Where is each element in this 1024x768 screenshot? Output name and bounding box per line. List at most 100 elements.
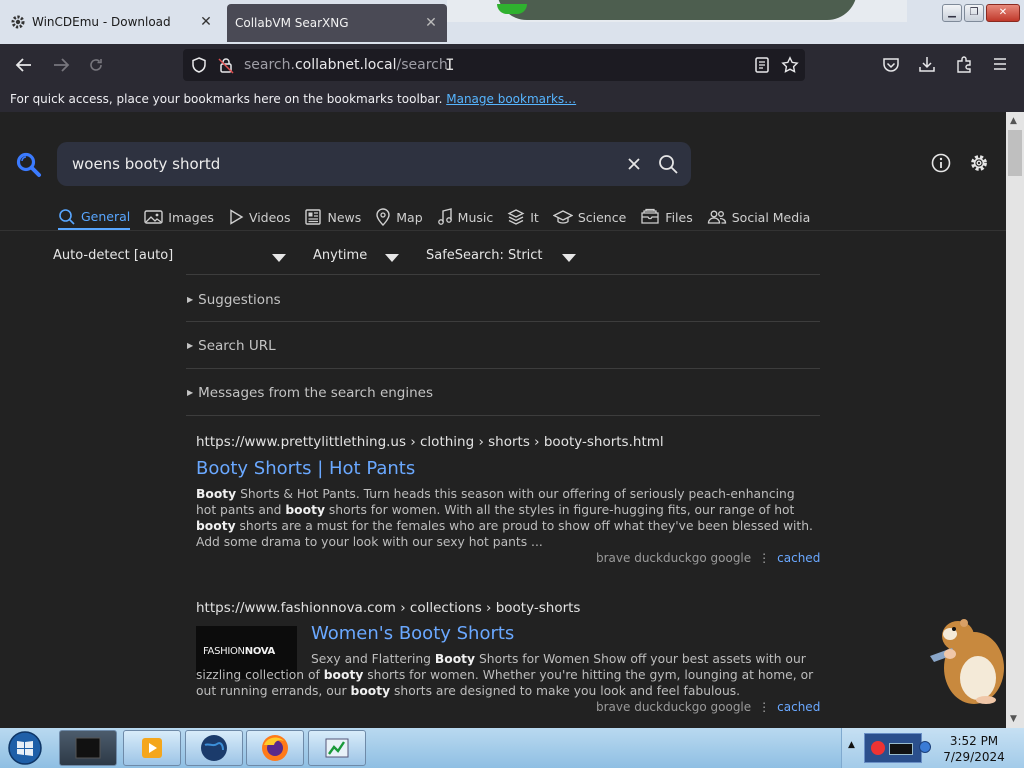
divider bbox=[186, 415, 820, 416]
tab-searxng[interactable]: CollabVM SearXNG ✕ bbox=[227, 4, 447, 42]
gear-icon bbox=[11, 15, 25, 29]
bookmarks-hint: For quick access, place your bookmarks h… bbox=[10, 92, 577, 106]
result-title-link[interactable]: Women's Booty Shorts bbox=[311, 623, 514, 644]
result-engines: brave duckduckgo google ⋮ cached bbox=[596, 551, 821, 565]
reload-button[interactable] bbox=[84, 54, 108, 76]
tab-general[interactable]: General bbox=[58, 208, 131, 230]
suggestions-toggle[interactable]: ▶ Suggestions bbox=[187, 292, 281, 308]
result-url[interactable]: https://www.fashionnova.com › collection… bbox=[196, 600, 580, 616]
searxng-logo-icon[interactable] bbox=[16, 152, 42, 178]
shield-icon[interactable] bbox=[190, 56, 208, 74]
extensions-icon[interactable] bbox=[955, 55, 973, 73]
files-icon bbox=[641, 208, 659, 224]
pocket-icon[interactable] bbox=[882, 56, 900, 74]
tab-wincdemu[interactable]: WinCDEmu - Download ✕ bbox=[0, 2, 222, 42]
navigation-toolbar: search.collabnet.local/search I bbox=[0, 44, 1024, 86]
taskbar-clock[interactable]: 3:52 PM 7/29/2024 bbox=[928, 733, 1020, 765]
tab-images[interactable]: Images bbox=[144, 204, 214, 230]
close-tab-icon[interactable]: ✕ bbox=[198, 14, 214, 30]
manage-bookmarks-link[interactable]: Manage bookmarks… bbox=[446, 92, 576, 106]
chevron-down-icon[interactable] bbox=[562, 254, 576, 262]
taskbar-media-player-button[interactable] bbox=[123, 730, 181, 766]
minimize-button[interactable]: ▁ bbox=[942, 4, 962, 22]
scroll-down-icon[interactable]: ▼ bbox=[1010, 714, 1017, 724]
taskbar-globe-button[interactable] bbox=[185, 730, 243, 766]
taskbar-app-button[interactable] bbox=[308, 730, 366, 766]
tab-files[interactable]: Files bbox=[640, 204, 693, 230]
address-bar[interactable]: search.collabnet.local/search I bbox=[183, 49, 805, 81]
info-icon[interactable] bbox=[930, 152, 952, 174]
maximize-button[interactable]: ❐ bbox=[964, 4, 984, 22]
back-arrow-icon bbox=[15, 58, 31, 72]
category-tabs: General Images Videos News Map Music It … bbox=[58, 204, 824, 230]
result-snippet: Sexy and Flattering Booty Shorts for Wom… bbox=[196, 652, 814, 698]
terminal-icon bbox=[75, 737, 101, 759]
hamburger-menu-icon[interactable] bbox=[991, 56, 1009, 72]
page-scrollbar[interactable]: ▲ ▼ bbox=[1006, 112, 1024, 728]
downloads-icon[interactable] bbox=[918, 55, 936, 73]
search-icon bbox=[59, 208, 75, 225]
settings-gear-icon[interactable] bbox=[968, 152, 990, 174]
window-controls: ▁ ❐ ✕ bbox=[942, 4, 1020, 22]
chevron-down-icon[interactable] bbox=[385, 254, 399, 262]
windows-taskbar: ▲ 3:52 PM 7/29/2024 bbox=[0, 728, 1024, 768]
search-url-toggle[interactable]: ▶ Search URL bbox=[187, 338, 276, 354]
search-icon[interactable] bbox=[657, 153, 679, 175]
tab-music[interactable]: Music bbox=[437, 204, 493, 230]
tray-expand-icon[interactable]: ▲ bbox=[848, 740, 855, 750]
divider bbox=[0, 230, 1006, 231]
forward-arrow-icon bbox=[54, 58, 70, 72]
safesearch-select[interactable]: SafeSearch: Strict bbox=[426, 248, 543, 263]
url-text: search.collabnet.local/search bbox=[244, 57, 448, 73]
reader-view-icon[interactable] bbox=[753, 56, 771, 74]
scrollbar-thumb[interactable] bbox=[1008, 130, 1022, 176]
window-decoration bbox=[447, 0, 907, 22]
chevron-down-icon[interactable] bbox=[272, 254, 286, 262]
globe-icon bbox=[201, 735, 227, 761]
image-icon bbox=[144, 210, 163, 224]
tab-strip: WinCDEmu - Download ✕ CollabVM SearXNG ✕… bbox=[0, 0, 1024, 44]
taskbar-terminal-button[interactable] bbox=[59, 730, 117, 766]
media-player-icon bbox=[142, 738, 162, 758]
clock-date: 7/29/2024 bbox=[943, 750, 1005, 764]
search-query[interactable]: woens booty shortd bbox=[72, 155, 220, 173]
graduation-cap-icon bbox=[552, 210, 573, 224]
layers-icon bbox=[507, 209, 525, 225]
tray-app-icon[interactable] bbox=[864, 733, 922, 763]
tab-news[interactable]: News bbox=[304, 204, 361, 230]
time-range-select[interactable]: Anytime bbox=[313, 248, 367, 263]
language-select[interactable]: Auto-detect [auto] bbox=[53, 248, 173, 263]
tab-social-media[interactable]: Social Media bbox=[707, 204, 810, 230]
divider bbox=[186, 274, 820, 275]
forward-button[interactable] bbox=[49, 54, 73, 76]
cached-link[interactable]: cached bbox=[777, 700, 820, 714]
taskbar-firefox-button[interactable] bbox=[246, 730, 304, 766]
text-cursor-icon: I bbox=[445, 55, 455, 74]
lock-icon[interactable] bbox=[217, 56, 235, 74]
tab-map[interactable]: Map bbox=[375, 204, 423, 230]
tab-videos[interactable]: Videos bbox=[228, 204, 290, 230]
close-window-button[interactable]: ✕ bbox=[986, 4, 1020, 22]
cached-link[interactable]: cached bbox=[777, 551, 820, 565]
divider bbox=[186, 321, 820, 322]
start-orb-icon[interactable] bbox=[6, 730, 44, 766]
engine-messages-toggle[interactable]: ▶ Messages from the search engines bbox=[187, 385, 433, 401]
tab-it[interactable]: It bbox=[507, 204, 539, 230]
close-tab-icon[interactable]: ✕ bbox=[423, 15, 439, 31]
clear-search-icon[interactable] bbox=[624, 154, 644, 174]
play-icon bbox=[230, 209, 244, 225]
result-url[interactable]: https://www.prettylittlething.us › cloth… bbox=[196, 434, 664, 450]
result-title-link[interactable]: Booty Shorts | Hot Pants bbox=[196, 458, 415, 479]
search-input[interactable]: woens booty shortd bbox=[57, 142, 691, 186]
result-snippet: Booty Shorts & Hot Pants. Turn heads thi… bbox=[196, 487, 813, 549]
tab-science[interactable]: Science bbox=[552, 204, 626, 230]
divider bbox=[186, 368, 820, 369]
people-icon bbox=[707, 210, 726, 224]
scroll-up-icon[interactable]: ▲ bbox=[1010, 116, 1017, 126]
firefox-icon bbox=[262, 735, 288, 761]
bookmark-star-icon[interactable] bbox=[781, 56, 799, 74]
back-button[interactable] bbox=[12, 54, 36, 76]
hamster-sticker bbox=[930, 619, 1004, 704]
tab-title: CollabVM SearXNG bbox=[235, 16, 349, 30]
searxng-results-page: woens booty shortd General Images Videos… bbox=[0, 112, 1008, 728]
